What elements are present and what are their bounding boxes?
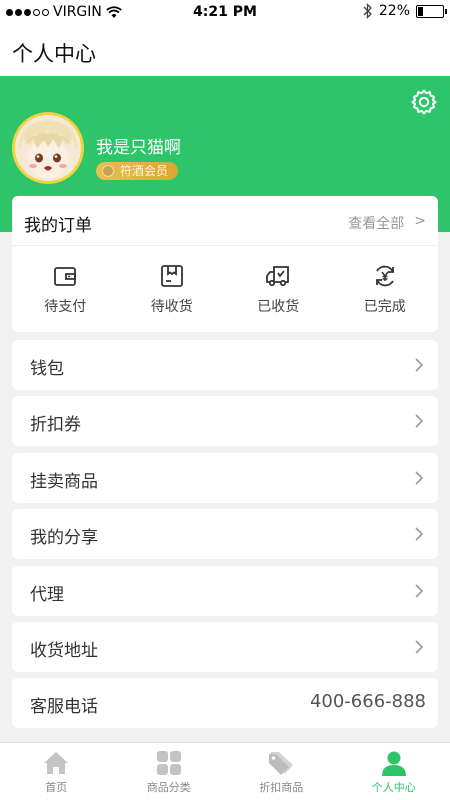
home-icon: [44, 751, 69, 774]
menu-item-label: 收货地址: [30, 640, 98, 661]
category-grid-icon: [156, 750, 181, 775]
package-icon: [160, 264, 183, 287]
battery-fill: [418, 6, 424, 16]
menu-item-label: 挂卖商品: [30, 471, 98, 492]
yen-refresh-icon: [375, 265, 394, 286]
tab-home[interactable]: 首页: [0, 743, 113, 800]
battery-percent: 22%: [378, 3, 410, 19]
nav-bar: 个人中心: [0, 26, 450, 76]
order-status-list: 待支付 待收货 已收货 已完成: [12, 246, 438, 332]
wallet-icon: [54, 266, 77, 286]
tab-label: 首页: [45, 780, 68, 794]
member-badge: 符酒会员: [96, 162, 179, 180]
avatar-image: [15, 115, 81, 181]
order-status-label: 已收货: [257, 298, 300, 315]
order-card-title: 我的订单: [24, 216, 92, 236]
status-right: 22%: [363, 3, 447, 19]
member-level: 符酒会员: [120, 164, 169, 178]
menu-item-listed-products[interactable]: 挂卖商品: [12, 452, 438, 503]
tab-label: 商品分类: [146, 780, 191, 794]
order-status-label: 待收货: [150, 298, 193, 315]
bluetooth-icon: [363, 3, 372, 19]
order-status-label: 待支付: [44, 298, 87, 315]
coin-icon: [102, 165, 114, 177]
menu-list: 钱包 折扣券 挂卖商品 我的分享 代理 收货地址 客服电话 400-666-88…: [12, 340, 438, 735]
tab-label: 折扣商品: [259, 780, 304, 794]
status-bar: VIRGIN 4:21 PM 22%: [0, 0, 450, 26]
view-all-label: 查看全部: [348, 216, 405, 232]
order-status-pending-receipt[interactable]: 待收货: [119, 246, 226, 332]
chevron-right-icon: [415, 414, 424, 428]
order-card-header: 我的订单 查看全部 >: [12, 196, 438, 246]
tab-categories[interactable]: 商品分类: [113, 743, 226, 800]
chevron-right-icon: [415, 471, 424, 485]
menu-item-label: 钱包: [30, 359, 64, 379]
menu-item-coupons[interactable]: 折扣券: [12, 396, 438, 447]
chevron-right-icon: [415, 583, 424, 598]
order-status-completed[interactable]: 已完成: [332, 246, 439, 332]
menu-item-my-shares[interactable]: 我的分享: [12, 509, 438, 560]
person-icon: [381, 751, 406, 776]
settings-gear-icon[interactable]: [410, 88, 438, 116]
tab-profile[interactable]: 个人中心: [338, 743, 450, 800]
order-status-label: 已完成: [363, 298, 406, 315]
menu-item-label: 代理: [30, 584, 64, 605]
menu-item-agent[interactable]: 代理: [12, 565, 438, 616]
menu-item-label: 我的分享: [30, 528, 98, 549]
tab-label: 个人中心: [371, 780, 416, 794]
chevron-right-icon: [415, 527, 424, 541]
menu-item-customer-service[interactable]: 客服电话 400-666-888: [12, 678, 438, 729]
view-all-orders-link[interactable]: 查看全部 >: [348, 213, 426, 233]
menu-item-shipping-address[interactable]: 收货地址: [12, 621, 438, 672]
view-all-arrow: >: [414, 213, 426, 229]
tab-discount-products[interactable]: 折扣商品: [225, 743, 338, 800]
order-status-pending-payment[interactable]: 待支付: [12, 246, 119, 332]
username: 我是只猫啊: [96, 138, 181, 158]
order-status-received[interactable]: 已收货: [225, 246, 332, 332]
bottom-tab-bar: 首页 商品分类 折扣商品 个人中心: [0, 742, 450, 800]
chevron-right-icon: [415, 358, 424, 372]
menu-item-label: 折扣券: [30, 415, 81, 436]
menu-item-label: 客服电话: [30, 697, 98, 718]
customer-service-phone[interactable]: 400-666-888: [310, 691, 426, 712]
battery-icon: [416, 4, 447, 18]
my-orders-card: 我的订单 查看全部 > 待支付 待收货 已收货 已完成: [12, 196, 438, 332]
truck-icon: [266, 265, 290, 286]
avatar[interactable]: [12, 112, 84, 184]
menu-item-wallet[interactable]: 钱包: [12, 340, 438, 390]
page-title: 个人中心: [12, 42, 96, 66]
tags-icon: [269, 751, 294, 775]
chevron-right-icon: [415, 640, 424, 654]
